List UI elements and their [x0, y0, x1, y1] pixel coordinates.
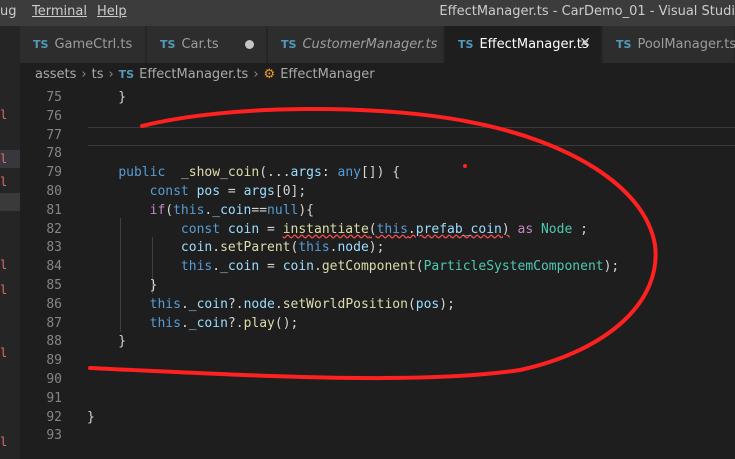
line-number: 84	[46, 259, 62, 275]
menu-debug[interactable]: ug	[0, 4, 17, 19]
code-line[interactable]: 88 }	[20, 332, 735, 351]
error-marker: l	[0, 258, 8, 272]
code-line[interactable]: 85 }	[20, 276, 735, 295]
chevron-right-icon: ›	[108, 66, 114, 82]
code-text[interactable]: }	[87, 332, 126, 351]
error-marker: l	[0, 175, 8, 189]
line-number: 78	[46, 146, 62, 162]
code-line[interactable]: 93	[20, 426, 735, 445]
tab-bar: TS GameCtrl.ts TS Car.ts TS CustomerMana…	[0, 26, 735, 63]
typescript-icon: TS	[160, 38, 176, 51]
close-icon[interactable]: ✕	[579, 35, 591, 51]
code-line[interactable]: 76	[20, 107, 735, 126]
line-number: 89	[46, 353, 62, 369]
line-number: 88	[46, 334, 62, 350]
class-icon: ⚙	[263, 66, 276, 82]
code-line[interactable]: 77	[20, 126, 735, 145]
code-text[interactable]: const coin = instantiate(this.prefab_coi…	[87, 220, 588, 239]
code-line[interactable]: 82 const coin = instantiate(this.prefab_…	[20, 220, 735, 239]
error-marker: l	[0, 152, 8, 166]
left-gutter: l l l l l l l	[0, 63, 20, 459]
code-line[interactable]: 89	[20, 351, 735, 370]
code-text[interactable]: this._coin?.node.setWorldPosition(pos);	[87, 295, 455, 314]
line-number: 87	[46, 315, 62, 331]
code-line[interactable]: 81 if(this._coin==null){	[20, 201, 735, 220]
tab-label: GameCtrl.ts	[54, 37, 133, 52]
code-text[interactable]: public _show_coin(...args: any[]) {	[87, 163, 400, 182]
tab-label: EffectManager.ts	[479, 37, 589, 52]
code-text[interactable]: const pos = args[0];	[87, 182, 307, 201]
line-number: 92	[46, 409, 62, 425]
tab-customermanager[interactable]: TS CustomerManager.ts	[268, 26, 444, 63]
line-number: 85	[46, 278, 62, 293]
code-line[interactable]: 91	[20, 389, 735, 408]
error-marker: l	[0, 108, 8, 122]
code-line[interactable]: 78	[20, 144, 735, 163]
tab-gamectrl[interactable]: TS GameCtrl.ts	[20, 26, 146, 63]
tab-label: CustomerManager.ts	[302, 37, 438, 52]
code-line[interactable]: 83 coin.setParent(this.node);	[20, 238, 735, 257]
code-line[interactable]: 75 }	[20, 88, 735, 107]
code-text[interactable]: }	[87, 88, 126, 107]
breadcrumb-assets[interactable]: assets	[35, 67, 76, 82]
line-number: 83	[46, 240, 62, 256]
code-line[interactable]: 80 const pos = args[0];	[20, 182, 735, 201]
line-number: 76	[46, 108, 62, 124]
tab-poolmanager[interactable]: TS PoolManager.ts	[603, 26, 735, 63]
code-text[interactable]: coin.setParent(this.node);	[87, 238, 385, 257]
code-text[interactable]: this._coin = coin.getComponent(ParticleS…	[87, 257, 619, 276]
code-line[interactable]: 84 this._coin = coin.getComponent(Partic…	[20, 257, 735, 276]
line-number: 79	[46, 165, 62, 181]
tab-effectmanager[interactable]: TS EffectManager.ts ✕	[445, 26, 602, 63]
code-line[interactable]: 86 this._coin?.node.setWorldPosition(pos…	[20, 295, 735, 314]
line-number: 90	[46, 372, 62, 387]
line-number: 75	[46, 90, 62, 105]
code-line[interactable]: 79 public _show_coin(...args: any[]) {	[20, 163, 735, 182]
tab-label: Car.ts	[181, 37, 219, 52]
typescript-icon: TS	[616, 38, 632, 51]
code-line[interactable]: 87 this._coin?.play();	[20, 314, 735, 333]
code-text[interactable]: }	[87, 408, 95, 427]
title-bar: ug Terminal Help EffectManager.ts - CarD…	[0, 0, 735, 26]
line-number: 81	[46, 202, 62, 218]
code-editor[interactable]: 75 } 76 77 78 79 public _show_coin(...args: …	[20, 85, 735, 459]
gutter-selection	[0, 193, 20, 211]
chevron-right-icon: ›	[253, 66, 259, 82]
tab-car[interactable]: TS Car.ts	[147, 26, 267, 63]
line-number: 77	[46, 127, 62, 143]
breadcrumb-class[interactable]: EffectManager	[280, 67, 374, 82]
window-title: EffectManager.ts - CarDemo_01 - Visual S…	[439, 4, 735, 19]
line-number: 93	[46, 428, 62, 444]
typescript-icon: TS	[118, 67, 135, 81]
code-text[interactable]: if(this._coin==null){	[87, 201, 314, 220]
error-marker: l	[0, 346, 8, 360]
code-text[interactable]: this._coin?.play();	[87, 314, 299, 333]
typescript-icon: TS	[281, 38, 297, 51]
code-text[interactable]: }	[87, 276, 158, 295]
menu-help[interactable]: Help	[97, 4, 127, 19]
line-number: 80	[46, 184, 62, 199]
breadcrumb: assets › ts › TS EffectManager.ts › ⚙ Ef…	[20, 63, 735, 85]
menu-terminal[interactable]: Terminal	[32, 4, 87, 19]
breadcrumb-ts[interactable]: ts	[92, 67, 104, 82]
line-number: 86	[46, 296, 62, 312]
code-line[interactable]: 92}	[20, 408, 735, 427]
typescript-icon: TS	[458, 38, 474, 51]
unsaved-dot-icon[interactable]	[245, 40, 254, 49]
tab-label: PoolManager.ts	[637, 37, 735, 52]
line-number: 91	[46, 390, 62, 406]
line-number: 82	[46, 221, 62, 237]
error-marker: l	[0, 283, 8, 297]
chevron-right-icon: ›	[81, 66, 87, 82]
typescript-icon: TS	[33, 38, 49, 51]
error-marker: l	[0, 435, 8, 449]
breadcrumb-file[interactable]: EffectManager.ts	[139, 67, 248, 82]
code-line[interactable]: 90	[20, 370, 735, 389]
